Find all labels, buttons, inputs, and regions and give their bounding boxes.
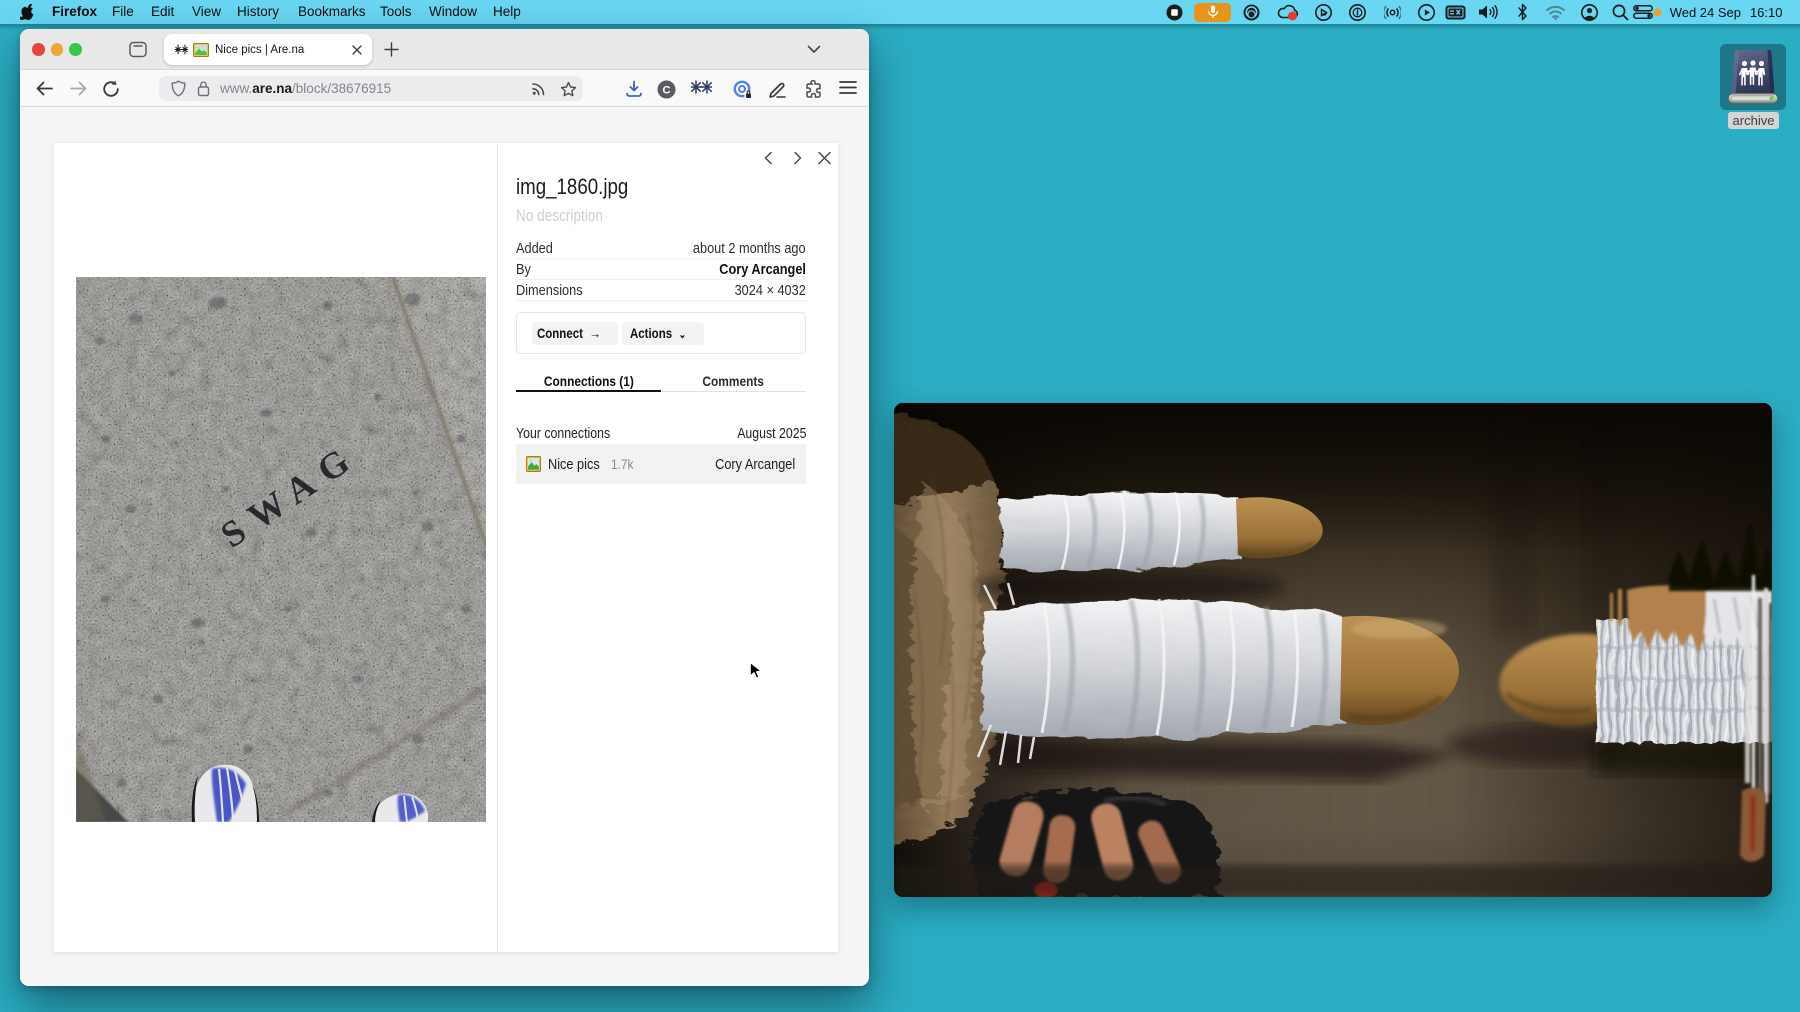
svg-text:C: C — [663, 84, 671, 96]
